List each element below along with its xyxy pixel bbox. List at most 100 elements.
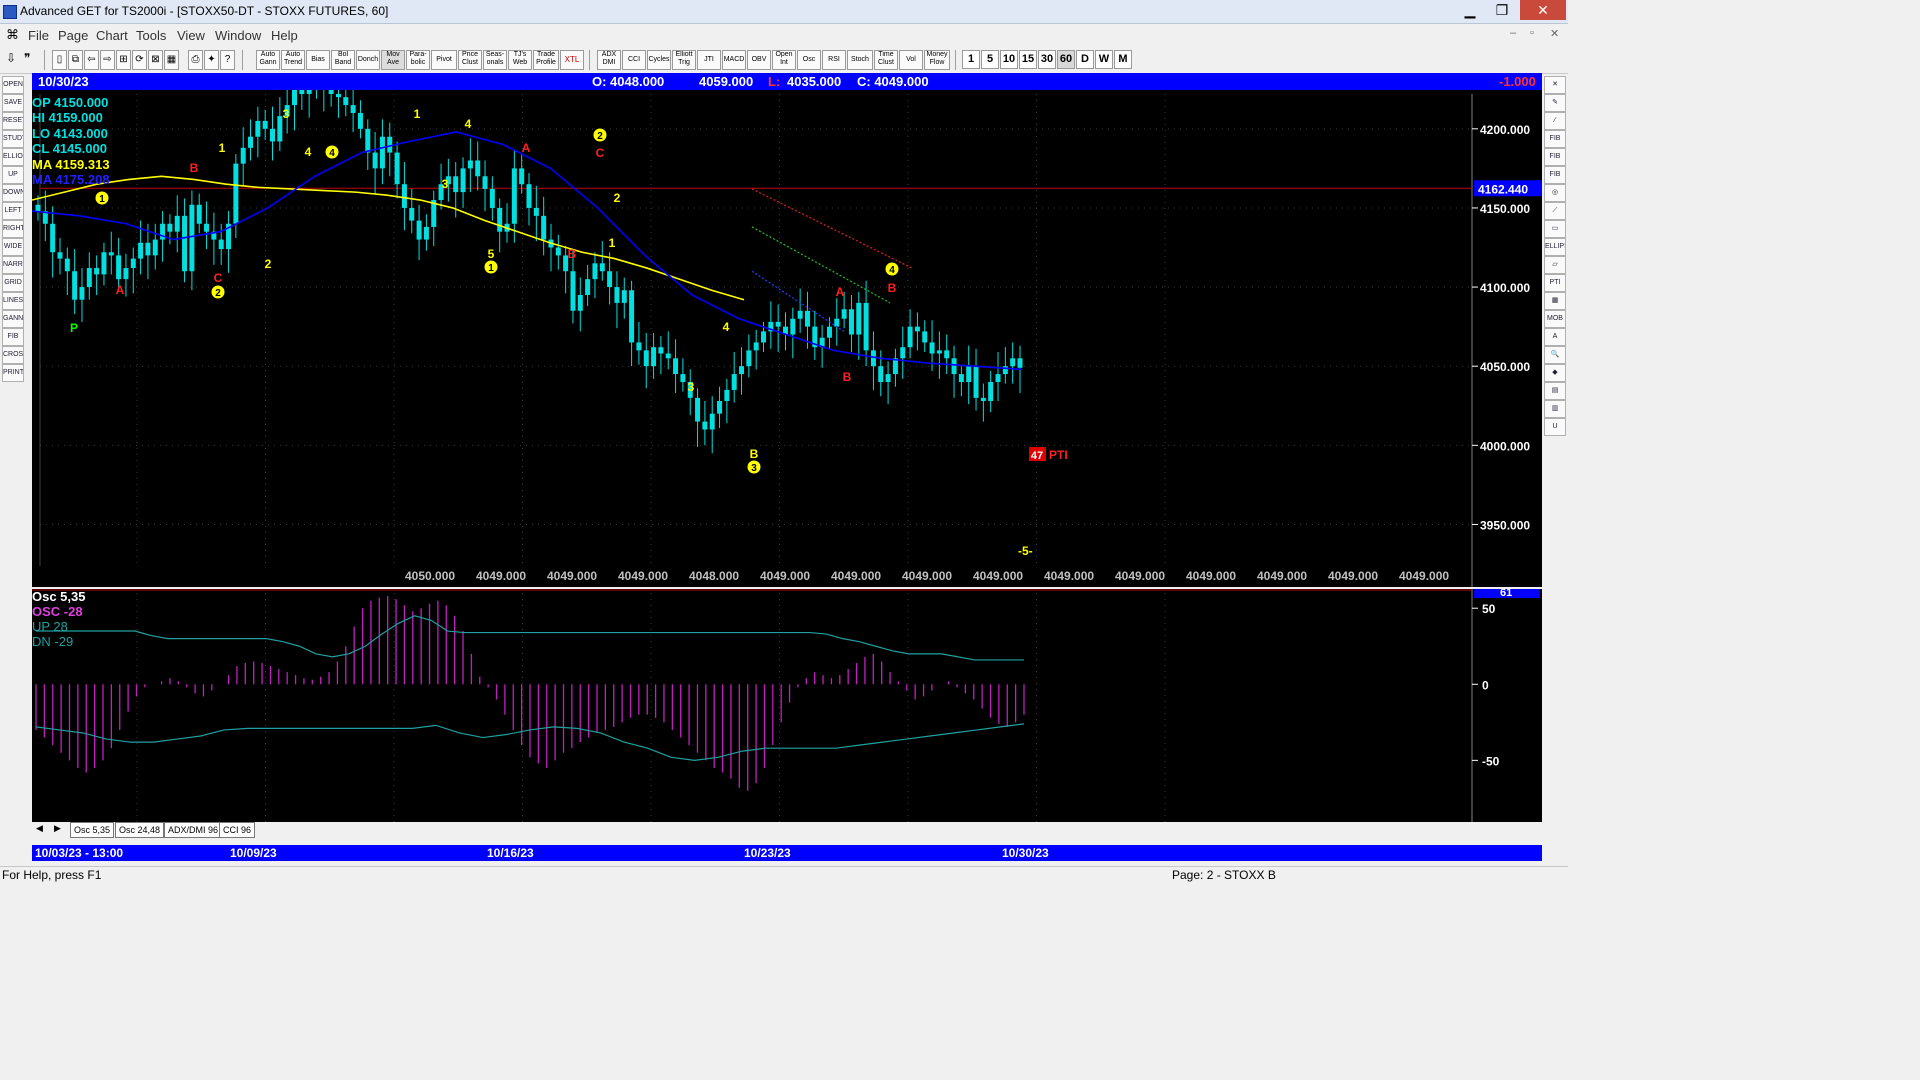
draw-tool-15-icon[interactable]: 🔍 bbox=[1544, 346, 1566, 364]
copy-icon[interactable]: ⧉ bbox=[68, 50, 83, 70]
tab-scroll-right-icon[interactable]: ▶ bbox=[54, 823, 61, 834]
menu-tools[interactable]: Tools bbox=[136, 28, 166, 43]
menu-page[interactable]: Page bbox=[58, 28, 88, 43]
tile-icon[interactable]: ⊞ bbox=[116, 50, 131, 70]
study-rsi[interactable]: RSI bbox=[822, 50, 846, 70]
tool-wide-icon[interactable]: WIDE bbox=[2, 238, 24, 256]
draw-tool-7-icon[interactable]: ⟋ bbox=[1544, 202, 1566, 220]
draw-tool-16-icon[interactable]: ◆ bbox=[1544, 364, 1566, 382]
study-parabolic[interactable]: Para- bolic bbox=[406, 50, 430, 70]
bulb-icon[interactable]: ✦ bbox=[204, 50, 219, 70]
timeframe-30[interactable]: 30 bbox=[1038, 50, 1056, 69]
oscillator-chart[interactable]: 50 0 -50 61 Osc 5,35 OSC -28 UP 28 DN -29 bbox=[32, 589, 1542, 822]
tool-lines-icon[interactable]: LINES bbox=[2, 292, 24, 310]
tool-open-icon[interactable]: OPEN bbox=[2, 76, 24, 94]
timeframe-60[interactable]: 60 bbox=[1057, 50, 1075, 69]
draw-tool-19-icon[interactable]: U bbox=[1544, 418, 1566, 436]
study-cci[interactable]: CCI bbox=[622, 50, 646, 70]
tool-elliott-icon[interactable]: ELLIOTT bbox=[2, 148, 24, 166]
menu-file[interactable]: File bbox=[28, 28, 49, 43]
draw-tool-9-icon[interactable]: ELLIPSE bbox=[1544, 238, 1566, 256]
timeframe-w[interactable]: W bbox=[1095, 50, 1113, 69]
study-pivot[interactable]: Pivot bbox=[431, 50, 457, 70]
grid-icon[interactable]: ▦ bbox=[164, 50, 179, 70]
menu-view[interactable]: View bbox=[177, 28, 205, 43]
pointer-tool-icon[interactable]: ⇩ bbox=[6, 51, 16, 65]
menu-help[interactable]: Help bbox=[271, 28, 298, 43]
study-cycles[interactable]: Cycles bbox=[647, 50, 671, 70]
tool-reset-icon[interactable]: RESET bbox=[2, 112, 24, 130]
timeframe-m[interactable]: M bbox=[1114, 50, 1132, 69]
close-button[interactable]: ✕ bbox=[1520, 0, 1566, 20]
study-money-flow[interactable]: Money Flow bbox=[924, 50, 950, 70]
draw-tool-14-icon[interactable]: A bbox=[1544, 328, 1566, 346]
tool-save-icon[interactable]: SAVE bbox=[2, 94, 24, 112]
study-bias[interactable]: Bias bbox=[306, 50, 330, 70]
doc-icon[interactable]: ⌘ bbox=[6, 27, 19, 43]
draw-tool-4-icon[interactable]: FIB EXT bbox=[1544, 148, 1566, 166]
scroll-left-icon[interactable]: ⇦ bbox=[84, 50, 99, 70]
study-auto-gann[interactable]: Auto Gann bbox=[256, 50, 280, 70]
tab-osc-5-35[interactable]: Osc 5,35 bbox=[70, 822, 115, 838]
draw-tool-17-icon[interactable]: ▤ bbox=[1544, 382, 1566, 400]
study-tjs-web[interactable]: TJ's Web bbox=[508, 50, 532, 70]
draw-tool-5-icon[interactable]: FIB TIME bbox=[1544, 166, 1566, 184]
refresh-icon[interactable]: ⟳ bbox=[132, 50, 147, 70]
timeframe-15[interactable]: 15 bbox=[1019, 50, 1037, 69]
study-time-clust[interactable]: Time Clust bbox=[874, 50, 898, 70]
scroll-right-icon[interactable]: ⇨ bbox=[100, 50, 115, 70]
draw-tool-1-icon[interactable]: ✎ bbox=[1544, 94, 1566, 112]
draw-tool-11-icon[interactable]: PTI bbox=[1544, 274, 1566, 292]
draw-tool-2-icon[interactable]: ⁄ bbox=[1544, 112, 1566, 130]
study-trade-profile[interactable]: Trade Profile bbox=[533, 50, 559, 70]
draw-tool-12-icon[interactable]: ▦ bbox=[1544, 292, 1566, 310]
tab-osc-24-48[interactable]: Osc 24,48 bbox=[115, 822, 165, 838]
tool-fib-icon[interactable]: FIB bbox=[2, 328, 24, 346]
menu-window[interactable]: Window bbox=[215, 28, 261, 43]
mdi-close-icon[interactable]: ✕ bbox=[1550, 27, 1559, 40]
draw-tool-13-icon[interactable]: MOB bbox=[1544, 310, 1566, 328]
tool-narrow-icon[interactable]: NARROW bbox=[2, 256, 24, 274]
draw-tool-10-icon[interactable]: ▱ bbox=[1544, 256, 1566, 274]
tab-cci-96[interactable]: CCI 96 bbox=[219, 822, 256, 838]
maximize-button[interactable]: ❐ bbox=[1486, 0, 1518, 20]
study-jti[interactable]: JTI bbox=[697, 50, 721, 70]
print-icon[interactable]: ⎙ bbox=[188, 50, 203, 70]
price-chart[interactable]: 4200.000 4150.000 4100.000 4050.000 4000.000… bbox=[32, 90, 1542, 587]
draw-tool-0-icon[interactable]: ✕ bbox=[1544, 76, 1566, 94]
delete-icon[interactable]: ⊠ bbox=[148, 50, 163, 70]
tool-print-icon[interactable]: PRINT bbox=[2, 364, 24, 382]
tool-right-icon[interactable]: RIGHT bbox=[2, 220, 24, 238]
tab-adx-dmi-96[interactable]: ADX/DMI 96 bbox=[164, 822, 223, 838]
mdi-restore-icon[interactable]: ▫ bbox=[1530, 27, 1534, 39]
quote-tool-icon[interactable]: ❞ bbox=[24, 51, 30, 65]
study-vol[interactable]: Vol bbox=[899, 50, 923, 70]
tool-grid-icon[interactable]: GRID bbox=[2, 274, 24, 292]
new-page-icon[interactable]: ▯ bbox=[52, 50, 67, 70]
study-bol-band[interactable]: Bol Band bbox=[331, 50, 355, 70]
study-seasonals[interactable]: Seas- onals bbox=[483, 50, 507, 70]
timeframe-d[interactable]: D bbox=[1076, 50, 1094, 69]
draw-tool-3-icon[interactable]: FIB RET bbox=[1544, 130, 1566, 148]
study-obv[interactable]: OBV bbox=[747, 50, 771, 70]
timeframe-1[interactable]: 1 bbox=[962, 50, 980, 69]
tool-cross-icon[interactable]: CROSS bbox=[2, 346, 24, 364]
draw-tool-18-icon[interactable]: ▥ bbox=[1544, 400, 1566, 418]
menu-chart[interactable]: Chart bbox=[96, 28, 128, 43]
tool-down-icon[interactable]: DOWN bbox=[2, 184, 24, 202]
study-open-int[interactable]: Open Int bbox=[772, 50, 796, 70]
study-adx-dmi[interactable]: ADX DMI bbox=[597, 50, 621, 70]
mdi-minimize-icon[interactable]: – bbox=[1510, 27, 1516, 39]
study-elliott-trig[interactable]: Elliott Trig bbox=[672, 50, 696, 70]
tool-left-icon[interactable]: LEFT bbox=[2, 202, 24, 220]
draw-tool-8-icon[interactable]: ▭ bbox=[1544, 220, 1566, 238]
minimize-button[interactable]: ▁ bbox=[1454, 0, 1486, 20]
help-pointer-icon[interactable]: ? bbox=[220, 50, 235, 70]
tool-study-icon[interactable]: STUDY bbox=[2, 130, 24, 148]
study-donch[interactable]: Donch bbox=[356, 50, 380, 70]
timeframe-10[interactable]: 10 bbox=[1000, 50, 1018, 69]
tool-gann-icon[interactable]: GANN bbox=[2, 310, 24, 328]
study-stoch[interactable]: Stoch bbox=[847, 50, 873, 70]
study-macd[interactable]: MACD bbox=[722, 50, 746, 70]
timeframe-5[interactable]: 5 bbox=[981, 50, 999, 69]
